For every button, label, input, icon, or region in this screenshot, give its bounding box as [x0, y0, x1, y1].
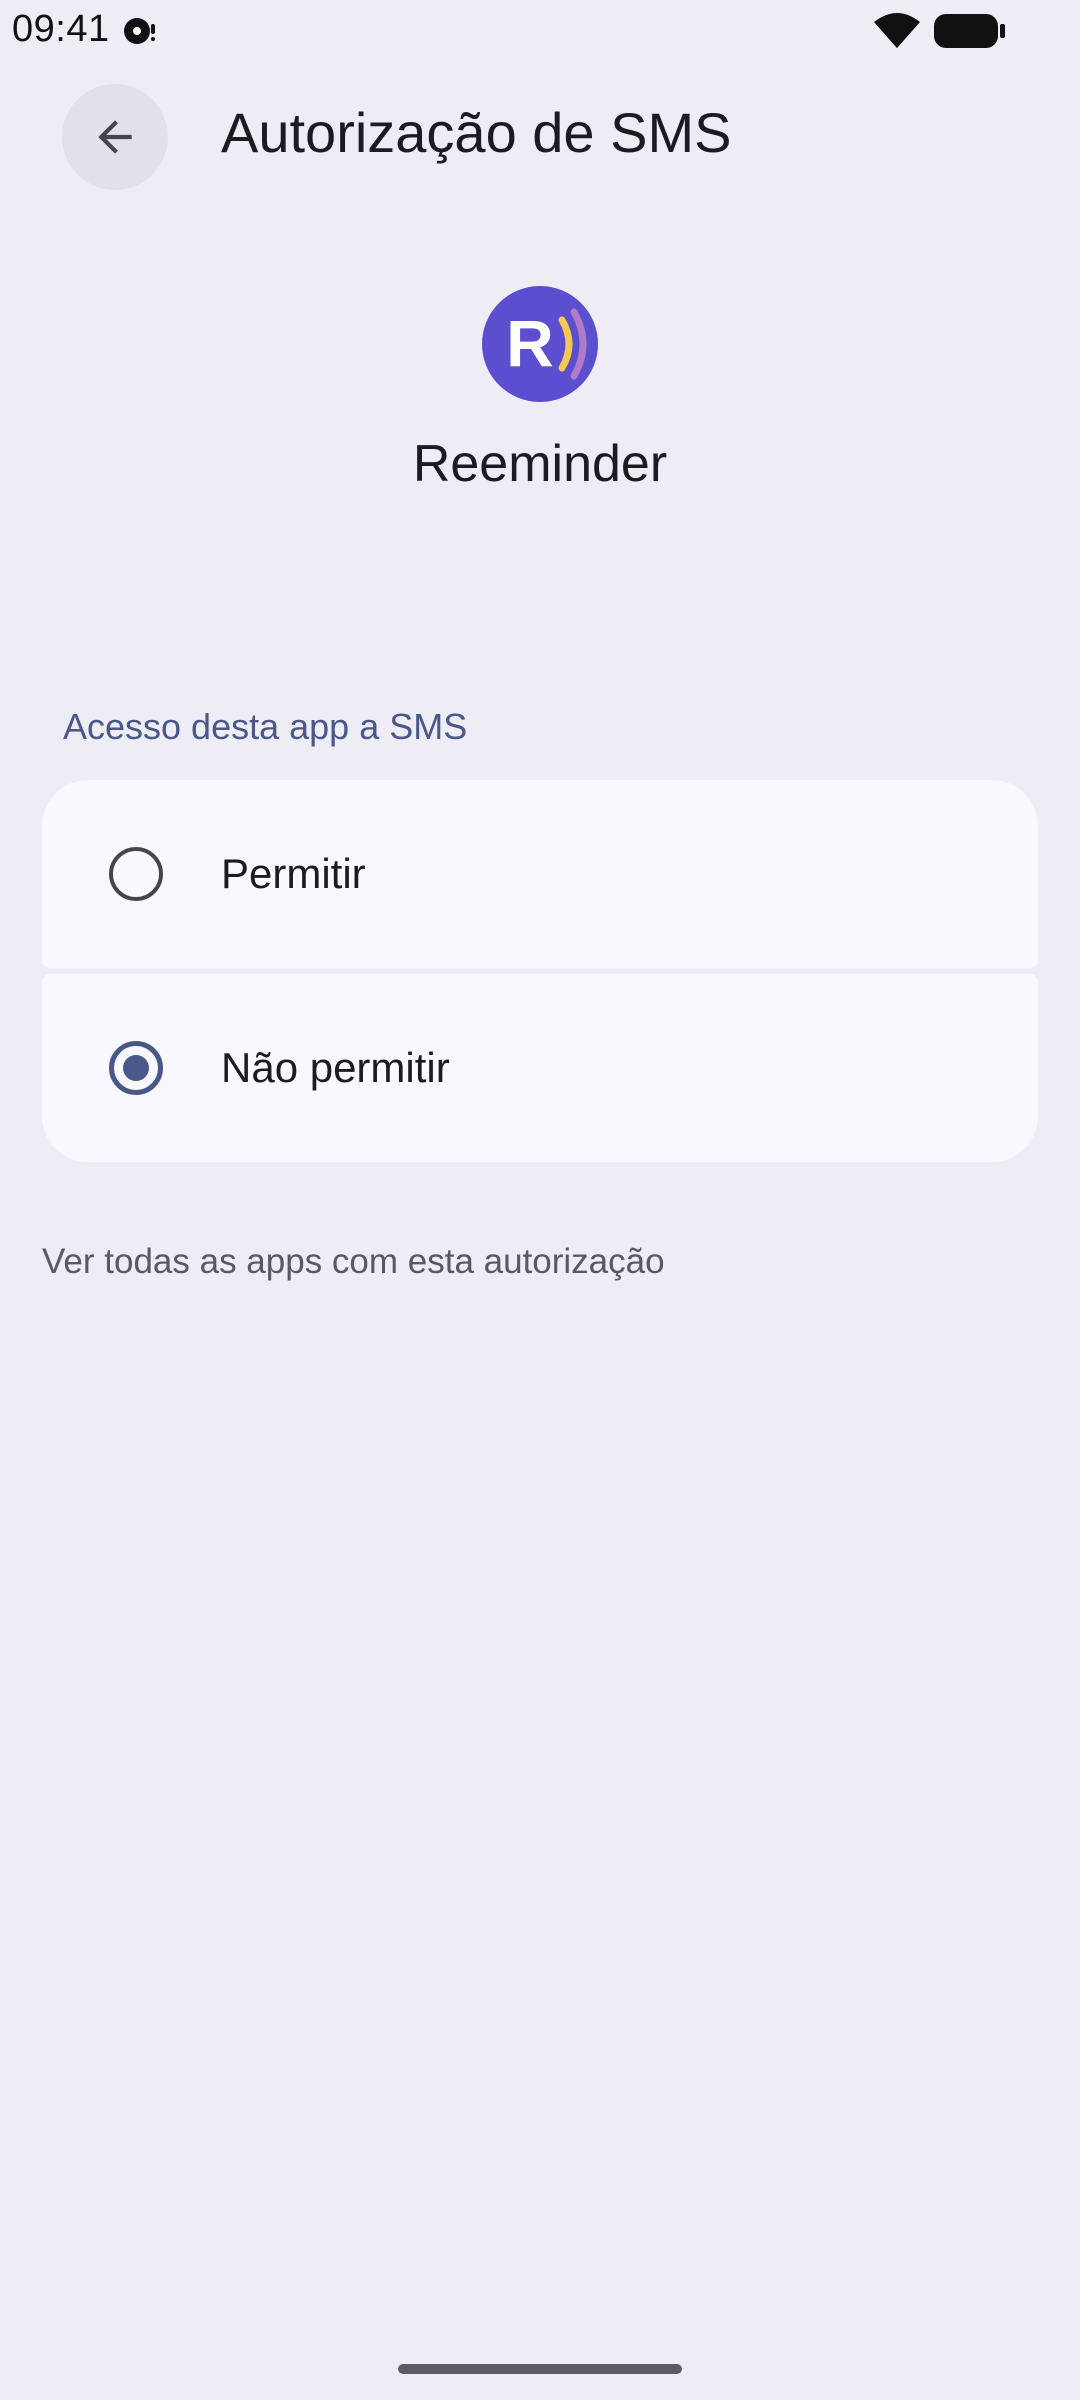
gesture-navigation-bar[interactable]	[398, 2364, 682, 2374]
wifi-icon	[872, 12, 922, 50]
reeminder-app-icon: R	[482, 286, 598, 402]
battery-full-icon	[934, 14, 1006, 48]
option-allow-label: Permitir	[221, 850, 366, 897]
status-bar: 09:41	[0, 0, 1080, 60]
radio-allow[interactable]	[109, 847, 163, 901]
option-deny[interactable]: Não permitir	[42, 974, 1038, 1162]
status-time: 09:41	[12, 8, 110, 50]
podcast-icon	[120, 14, 158, 48]
option-allow[interactable]: Permitir	[42, 780, 1038, 968]
svg-text:R: R	[506, 306, 554, 380]
back-button[interactable]	[62, 84, 168, 190]
see-all-apps-link[interactable]: Ver todas as apps com esta autorização	[42, 1242, 665, 1282]
permission-options: Permitir Não permitir	[42, 780, 1038, 1162]
arrow-back-icon	[98, 120, 132, 154]
page-title: Autorização de SMS	[221, 101, 732, 164]
app-name: Reeminder	[412, 435, 668, 493]
section-label: Acesso desta app a SMS	[63, 706, 468, 747]
option-deny-label: Não permitir	[221, 1044, 450, 1091]
radio-deny[interactable]	[109, 1041, 163, 1095]
